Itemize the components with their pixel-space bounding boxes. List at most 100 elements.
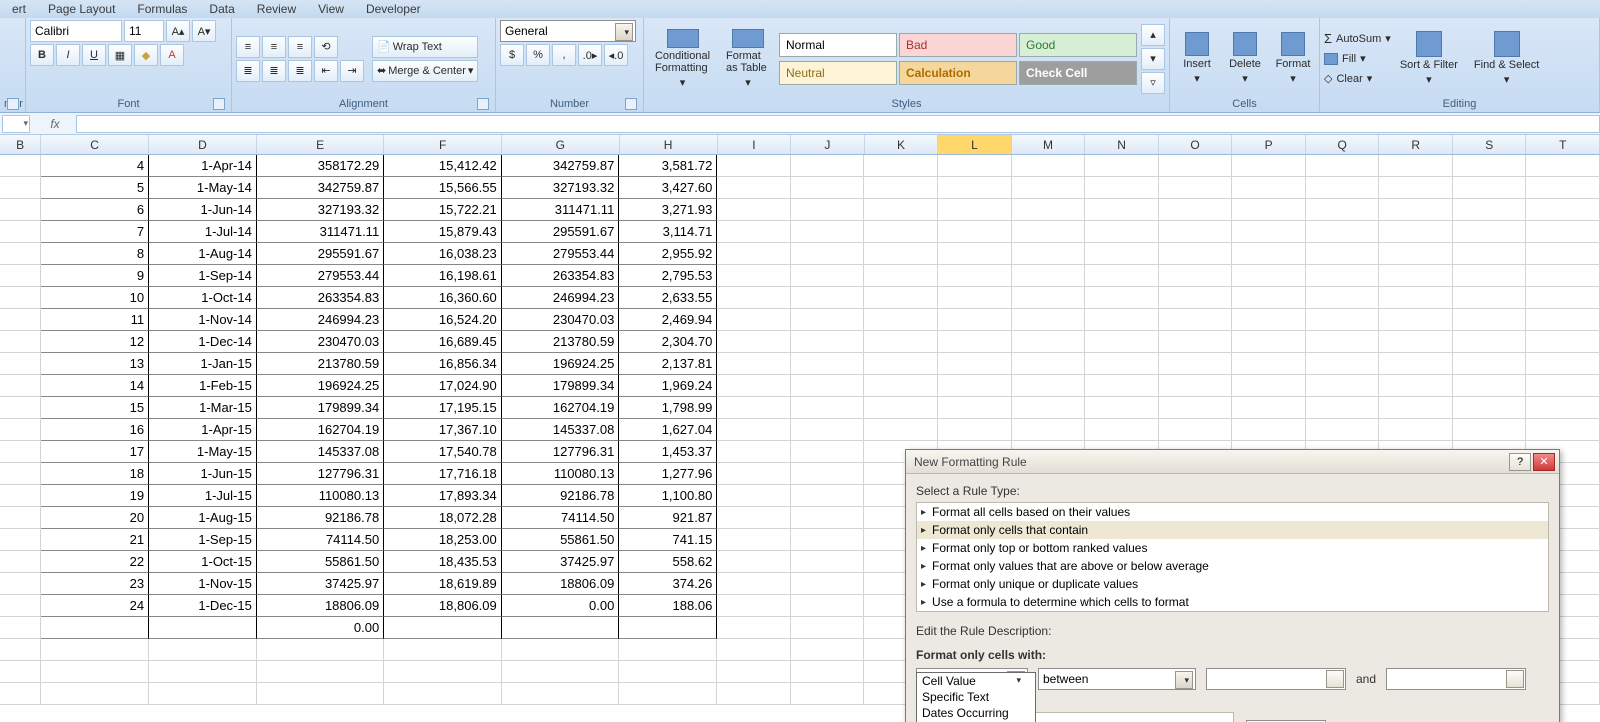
cell[interactable]: 145337.08 bbox=[257, 441, 384, 463]
cell[interactable] bbox=[619, 617, 717, 639]
cell[interactable] bbox=[1453, 419, 1527, 441]
cell[interactable] bbox=[938, 375, 1012, 397]
font-color-button[interactable]: A bbox=[160, 44, 184, 66]
cell[interactable] bbox=[0, 155, 41, 177]
cell[interactable] bbox=[938, 353, 1012, 375]
cell[interactable]: 1-Nov-14 bbox=[149, 309, 257, 331]
cell[interactable]: 342759.87 bbox=[257, 177, 384, 199]
cell[interactable]: 279553.44 bbox=[257, 265, 384, 287]
cell[interactable] bbox=[384, 683, 502, 705]
currency-icon[interactable]: $ bbox=[500, 44, 524, 66]
cell[interactable]: 3,427.60 bbox=[619, 177, 717, 199]
formula-input[interactable] bbox=[76, 115, 1600, 133]
cell[interactable] bbox=[1526, 419, 1600, 441]
cell[interactable] bbox=[1453, 221, 1527, 243]
cell[interactable]: 19 bbox=[41, 485, 149, 507]
cell[interactable]: 14 bbox=[41, 375, 149, 397]
cell[interactable] bbox=[1453, 353, 1527, 375]
cell[interactable] bbox=[1306, 221, 1380, 243]
column-header-N[interactable]: N bbox=[1085, 135, 1159, 154]
cell[interactable] bbox=[257, 639, 384, 661]
column-header-F[interactable]: F bbox=[384, 135, 502, 154]
cell[interactable] bbox=[864, 375, 938, 397]
column-header-Q[interactable]: Q bbox=[1306, 135, 1380, 154]
cell[interactable] bbox=[1012, 397, 1086, 419]
cell[interactable] bbox=[717, 551, 791, 573]
sort-filter-button[interactable]: Sort & Filter▾ bbox=[1393, 26, 1465, 92]
cell[interactable] bbox=[717, 683, 791, 705]
cell[interactable] bbox=[1012, 177, 1086, 199]
cell[interactable] bbox=[1012, 353, 1086, 375]
cell[interactable] bbox=[257, 661, 384, 683]
cell[interactable]: 1-Oct-15 bbox=[149, 551, 257, 573]
style-good[interactable]: Good bbox=[1019, 33, 1137, 57]
cell[interactable] bbox=[1379, 199, 1453, 221]
cell[interactable] bbox=[1232, 155, 1306, 177]
cell[interactable]: 1-Nov-15 bbox=[149, 573, 257, 595]
cell[interactable] bbox=[1453, 199, 1527, 221]
value-to-input[interactable] bbox=[1386, 668, 1526, 690]
cell[interactable] bbox=[1159, 287, 1233, 309]
cell[interactable]: 127796.31 bbox=[502, 441, 620, 463]
cell[interactable]: 1-Jul-14 bbox=[149, 221, 257, 243]
cell[interactable] bbox=[257, 683, 384, 705]
cell[interactable] bbox=[1085, 177, 1159, 199]
cell[interactable]: 15,566.55 bbox=[384, 177, 502, 199]
alignment-launcher-icon[interactable] bbox=[477, 98, 489, 110]
cell[interactable] bbox=[1306, 375, 1380, 397]
rule-type-item[interactable]: Use a formula to determine which cells t… bbox=[917, 593, 1548, 611]
cell[interactable]: 145337.08 bbox=[502, 419, 620, 441]
cell[interactable]: 1-Dec-14 bbox=[149, 331, 257, 353]
rule-type-item[interactable]: Format only values that are above or bel… bbox=[917, 557, 1548, 575]
cell[interactable] bbox=[717, 441, 791, 463]
align-left-icon[interactable]: ≣ bbox=[236, 60, 260, 82]
cell[interactable]: 1-Jul-15 bbox=[149, 485, 257, 507]
cell[interactable] bbox=[1379, 155, 1453, 177]
cell[interactable] bbox=[1012, 155, 1086, 177]
cell[interactable] bbox=[717, 331, 791, 353]
tab-data[interactable]: Data bbox=[205, 0, 238, 18]
cell[interactable] bbox=[717, 265, 791, 287]
align-center-icon[interactable]: ≣ bbox=[262, 60, 286, 82]
cell[interactable] bbox=[938, 397, 1012, 419]
cell[interactable] bbox=[0, 485, 41, 507]
cell[interactable]: 18,619.89 bbox=[384, 573, 502, 595]
cell[interactable] bbox=[41, 639, 149, 661]
column-header-L[interactable]: L bbox=[938, 135, 1012, 154]
cell[interactable] bbox=[717, 177, 791, 199]
cell[interactable]: 18806.09 bbox=[257, 595, 384, 617]
cell[interactable] bbox=[1379, 309, 1453, 331]
column-header-C[interactable]: C bbox=[41, 135, 149, 154]
cell[interactable]: 9 bbox=[41, 265, 149, 287]
cell[interactable]: 74114.50 bbox=[502, 507, 620, 529]
cell[interactable] bbox=[717, 595, 791, 617]
cell[interactable]: 1-May-15 bbox=[149, 441, 257, 463]
cell[interactable] bbox=[384, 661, 502, 683]
cell[interactable]: 16,360.60 bbox=[384, 287, 502, 309]
cell[interactable]: 1,798.99 bbox=[619, 397, 717, 419]
font-launcher-icon[interactable] bbox=[213, 98, 225, 110]
cell[interactable]: 921.87 bbox=[619, 507, 717, 529]
cell[interactable]: 2,955.92 bbox=[619, 243, 717, 265]
cell[interactable] bbox=[791, 617, 865, 639]
cell[interactable] bbox=[938, 243, 1012, 265]
cell[interactable] bbox=[1453, 155, 1527, 177]
cell[interactable] bbox=[1232, 419, 1306, 441]
column-header-D[interactable]: D bbox=[149, 135, 257, 154]
cell[interactable]: 1,453.37 bbox=[619, 441, 717, 463]
cell[interactable] bbox=[1159, 331, 1233, 353]
cell[interactable] bbox=[1379, 375, 1453, 397]
cell[interactable]: 1-Feb-15 bbox=[149, 375, 257, 397]
decrease-decimal-icon[interactable]: ◂.0 bbox=[604, 44, 628, 66]
cell[interactable] bbox=[41, 617, 149, 639]
cell[interactable] bbox=[41, 661, 149, 683]
cell[interactable] bbox=[717, 199, 791, 221]
cell[interactable] bbox=[0, 309, 41, 331]
cell[interactable] bbox=[791, 243, 865, 265]
cell[interactable] bbox=[717, 507, 791, 529]
cell[interactable] bbox=[938, 331, 1012, 353]
cell[interactable] bbox=[1012, 221, 1086, 243]
cell[interactable]: 295591.67 bbox=[502, 221, 620, 243]
range-picker-icon[interactable] bbox=[1506, 670, 1524, 688]
wrap-text-button[interactable]: 📄Wrap Text bbox=[372, 36, 478, 58]
